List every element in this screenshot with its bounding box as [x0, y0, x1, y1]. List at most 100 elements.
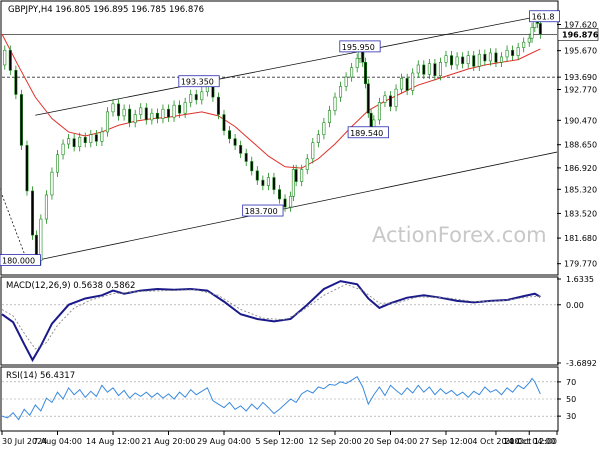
candle-body [333, 96, 337, 111]
candle-body [14, 70, 18, 95]
price-y-label: 186.920 [564, 164, 597, 173]
x-tick-label: 20 Sep 04:00 [364, 437, 417, 446]
fib-line [0, 188, 28, 261]
candle-body [266, 177, 270, 186]
candle-body [422, 64, 426, 75]
candle-body [25, 145, 29, 192]
candle-body [455, 56, 459, 66]
candle-body [383, 95, 387, 103]
candle-body [438, 61, 442, 76]
watermark: ActionForex.com [372, 223, 547, 247]
candle-body [133, 114, 137, 123]
candle-body [511, 49, 515, 56]
candle-body [72, 138, 76, 148]
candle-body [128, 108, 132, 123]
x-tick-label: 7 Aug 04:00 [33, 437, 82, 446]
candle-body [327, 110, 331, 123]
candle-body [416, 64, 420, 74]
candle-body [216, 96, 220, 115]
candle-body [139, 107, 143, 115]
candle-body [388, 95, 392, 107]
candle-body [394, 88, 398, 107]
price-y-label: 195.670 [564, 47, 597, 56]
price-annotation-label: 195.950 [342, 43, 375, 52]
candle-body [305, 158, 309, 170]
candle-body [488, 52, 492, 62]
candle-body [117, 103, 121, 117]
candle-body [339, 86, 343, 98]
candle-body [527, 37, 531, 43]
price-annotation-label: 193.350 [181, 78, 214, 87]
candle-body [122, 108, 126, 117]
candle-body [405, 78, 409, 91]
candle-body [105, 111, 109, 133]
rsi-panel-title: RSI(14) 56.4317 [6, 371, 75, 381]
candle-body [400, 78, 404, 90]
candle-body [100, 131, 104, 142]
candle-body [433, 63, 437, 76]
candle-body [222, 114, 226, 131]
chart-canvas: ActionForex.com 197.620 195.670 193.690 192… [0, 0, 599, 446]
macd-line [1, 280, 541, 363]
candle-body [427, 63, 431, 75]
candle-body [61, 143, 65, 156]
price-y-label: 188.650 [564, 141, 597, 150]
candle-body [355, 57, 359, 68]
candle-body [83, 137, 87, 143]
price-y-label: 185.320 [564, 185, 597, 194]
candle-body [311, 142, 315, 160]
candle-body [364, 61, 368, 85]
candle-body [499, 56, 503, 63]
candle-body [50, 171, 54, 196]
macd-y-label: 0.00 [566, 301, 584, 310]
x-tick-label: 21 Oct 12:00 [505, 437, 557, 446]
rsi-panel: 70 50 30 [1, 376, 576, 421]
rsi-y-label: 30 [566, 412, 576, 421]
rsi-line [1, 376, 541, 421]
candle-body [239, 145, 243, 154]
candle-body [522, 41, 526, 48]
candle-body [194, 94, 198, 101]
candle-body [300, 169, 304, 182]
price-y-label: 181.680 [564, 234, 597, 243]
moving-average-line [1, 33, 541, 169]
x-tick-label: 21 Aug 20:00 [142, 437, 196, 446]
candle-body [291, 169, 295, 197]
candle-body [3, 49, 7, 66]
candle-body [250, 161, 254, 172]
price-annotation-label: 161.8 [532, 13, 555, 22]
x-tick-label: 29 Aug 04:00 [197, 437, 251, 446]
candle-body [366, 83, 370, 114]
candle-body [161, 108, 165, 119]
x-tick-label: 12 Sep 20:00 [308, 437, 361, 446]
candle-body [67, 138, 71, 145]
price-y-label: 190.470 [564, 116, 597, 125]
candle-body [261, 179, 265, 186]
candle-body [155, 112, 159, 119]
candle-body [178, 104, 182, 114]
candle-body [183, 102, 187, 114]
candle-body [111, 103, 115, 113]
candle-body [272, 177, 276, 190]
x-tick-label: 5 Sep 12:00 [255, 437, 303, 446]
candle-body [516, 47, 520, 56]
price-annotation-label: 183.700 [245, 207, 278, 216]
candle-body [31, 190, 35, 236]
candle-body [294, 169, 298, 182]
price-y-label: 197.620 [564, 21, 597, 30]
price-y-label: 183.520 [564, 209, 597, 218]
candle-body [172, 104, 176, 118]
macd-signal-line [1, 283, 541, 350]
candle-body [444, 55, 448, 63]
candle-body [472, 55, 476, 67]
price-annotation-label: 189.540 [350, 129, 383, 138]
candle-body [322, 122, 326, 135]
candle-body [494, 52, 498, 63]
candle-body [55, 154, 59, 173]
candle-body [255, 170, 259, 181]
candle-body [350, 67, 354, 78]
x-tick-label: 27 Sep 12:00 [419, 437, 472, 446]
candle-body [78, 137, 82, 148]
rsi-y-label: 70 [566, 378, 576, 387]
candle-body [461, 56, 465, 64]
